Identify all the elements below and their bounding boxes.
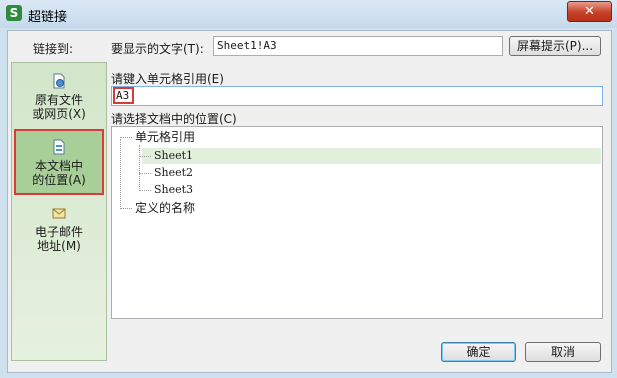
location-tree[interactable]: 单元格引用 Sheet1 Sheet2 Sheet3 定义的名称: [111, 126, 603, 319]
link-type-panel: 原有文件 或网页(X) 本文档中 的位置(A) 电子邮件 地址(M): [11, 62, 107, 361]
link-type-label-line1: 原有文件: [34, 93, 83, 107]
app-icon: S: [6, 5, 22, 21]
title-bar: S 超链接 ✕: [0, 0, 617, 28]
link-type-label-line2: 地址(M): [37, 239, 81, 253]
file-web-icon: [53, 73, 65, 89]
link-type-this-document[interactable]: 本文档中 的位置(A): [14, 129, 104, 195]
tree-item-sheet1[interactable]: Sheet1: [154, 148, 193, 164]
link-type-label-line2: 的位置(A): [32, 173, 86, 187]
link-type-label-line2: 或网页(X): [32, 107, 86, 121]
tree-selection-highlight: [142, 148, 601, 164]
link-to-label: 链接到:: [33, 42, 74, 56]
tree-connector: [120, 137, 132, 138]
link-type-label-line1: 本文档中: [34, 159, 83, 173]
tree-connector: [139, 156, 151, 157]
display-text-input[interactable]: Sheet1!A3: [213, 36, 503, 56]
location-label: 请选择文档中的位置(C): [111, 112, 237, 126]
link-type-label-line1: 电子邮件: [34, 225, 83, 239]
cancel-button[interactable]: 取消: [525, 342, 601, 362]
tree-connector: [139, 145, 140, 191]
close-button[interactable]: ✕: [567, 1, 612, 22]
tree-connector: [120, 139, 121, 209]
tree-group-defined-names[interactable]: 定义的名称: [135, 200, 195, 216]
tree-item-sheet3[interactable]: Sheet3: [154, 182, 193, 198]
link-type-existing-file[interactable]: 原有文件 或网页(X): [12, 73, 106, 121]
email-icon: [52, 208, 66, 219]
link-type-email[interactable]: 电子邮件 地址(M): [12, 205, 106, 253]
screentip-button[interactable]: 屏幕提示(P)...: [509, 36, 601, 56]
window-title: 超链接: [28, 10, 68, 25]
tree-connector: [139, 190, 151, 191]
tree-connector: [139, 173, 151, 174]
ok-button[interactable]: 确定: [441, 342, 516, 362]
cell-reference-value[interactable]: A3: [113, 87, 134, 104]
display-text-label: 要显示的文字(T):: [111, 42, 204, 56]
cell-reference-input[interactable]: [111, 86, 603, 106]
tree-group-cell-reference[interactable]: 单元格引用: [135, 129, 195, 145]
cell-reference-label: 请键入单元格引用(E): [111, 72, 224, 86]
tree-item-sheet2[interactable]: Sheet2: [154, 165, 193, 181]
document-place-icon: [53, 139, 65, 155]
tree-connector: [120, 208, 132, 209]
